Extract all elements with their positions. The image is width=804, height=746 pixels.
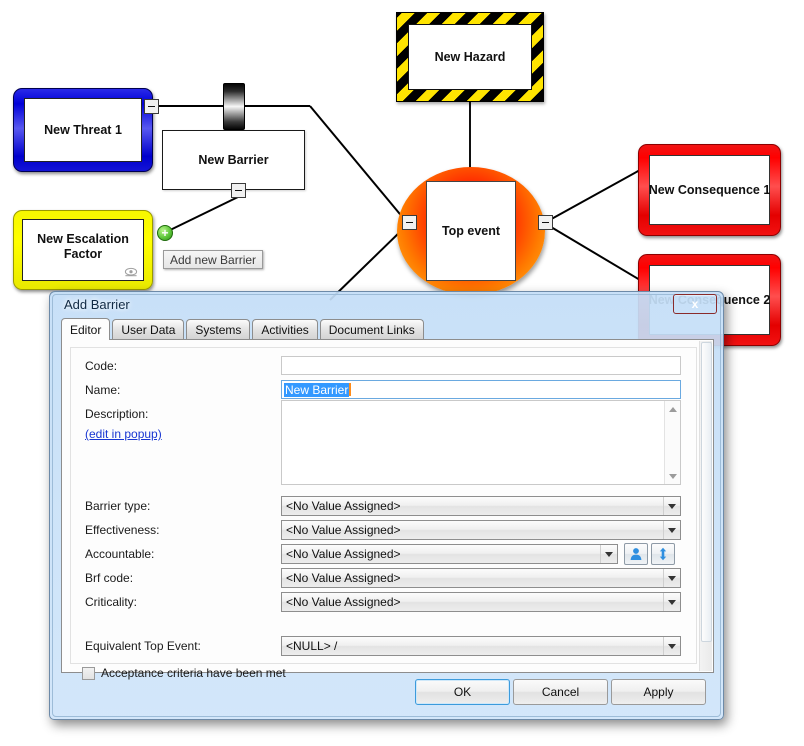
- add-barrier-plus-icon[interactable]: +: [157, 225, 173, 241]
- field-row-accountable: Accountable: <No Value Assigned>: [71, 543, 696, 568]
- panel-scrollbar[interactable]: [699, 341, 712, 671]
- swap-order-button[interactable]: [651, 543, 675, 565]
- brf-code-select[interactable]: <No Value Assigned>: [281, 568, 681, 588]
- dialog-tabstrip: Editor User Data Systems Activities Docu…: [61, 318, 714, 340]
- criticality-select[interactable]: <No Value Assigned>: [281, 592, 681, 612]
- brf-code-label: Brf code:: [85, 571, 134, 585]
- select-person-button[interactable]: [624, 543, 648, 565]
- editor-tab-panel: Code: Name: New Barrier Description: (ed…: [61, 339, 714, 680]
- accountable-select[interactable]: <No Value Assigned>: [281, 544, 618, 564]
- top-event-left-handle[interactable]: [402, 215, 417, 230]
- up-down-arrow-icon: [659, 547, 667, 561]
- plus-glyph: +: [161, 225, 169, 240]
- diagram-node-hazard[interactable]: [396, 12, 544, 102]
- code-input[interactable]: [281, 356, 681, 375]
- dialog-titlebar[interactable]: Add Barrier x: [50, 292, 723, 319]
- field-row-effectiveness: Effectiveness: <No Value Assigned>: [71, 520, 696, 544]
- scroll-down-icon[interactable]: [665, 468, 681, 484]
- consequence-1-inner: [649, 155, 770, 225]
- name-input[interactable]: New Barrier: [281, 380, 681, 399]
- tab-user-data[interactable]: User Data: [112, 319, 185, 340]
- edit-in-popup-link[interactable]: (edit in popup): [85, 427, 162, 441]
- hazard-inner: [408, 24, 532, 90]
- barrier-form: Code: Name: New Barrier Description: (ed…: [70, 347, 697, 680]
- equivalent-top-event-label: Equivalent Top Event:: [85, 639, 201, 653]
- effectiveness-label: Effectiveness:: [85, 523, 160, 537]
- apply-button[interactable]: Apply: [611, 679, 706, 705]
- barrier-type-label: Barrier type:: [85, 499, 151, 513]
- text-caret: [349, 383, 352, 396]
- name-label: Name:: [85, 383, 121, 397]
- diagram-node-threat[interactable]: [13, 88, 153, 172]
- field-row-equivalent-top-event: Equivalent Top Event: <NULL> /: [71, 636, 696, 660]
- description-textarea[interactable]: [281, 400, 681, 485]
- field-row-brf-code: Brf code: <No Value Assigned>: [71, 568, 696, 592]
- chevron-down-icon[interactable]: [663, 593, 680, 611]
- chevron-down-icon[interactable]: [663, 497, 680, 515]
- name-value: New Barrier: [284, 383, 350, 397]
- barrier-type-value: <No Value Assigned>: [286, 499, 401, 513]
- effectiveness-value: <No Value Assigned>: [286, 523, 401, 537]
- cancel-button[interactable]: Cancel: [513, 679, 608, 705]
- effectiveness-select[interactable]: <No Value Assigned>: [281, 520, 681, 540]
- name-value-wrap: New Barrier: [284, 382, 352, 398]
- panel-scrollbar-thumb[interactable]: [701, 342, 712, 642]
- add-new-barrier-tooltip: Add new Barrier: [163, 250, 264, 269]
- barrier-collapse-handle[interactable]: [231, 183, 246, 198]
- accountable-value: <No Value Assigned>: [286, 547, 401, 561]
- brf-code-value: <No Value Assigned>: [286, 571, 401, 585]
- escalation-factor-inner: [22, 219, 144, 281]
- tab-systems[interactable]: Systems: [186, 319, 251, 340]
- add-barrier-dialog: Add Barrier x Editor User Data Systems A…: [49, 291, 724, 720]
- top-event-right-handle[interactable]: [538, 215, 553, 230]
- equivalent-top-event-value: <NULL> /: [286, 639, 338, 653]
- tab-document-links[interactable]: Document Links: [319, 319, 424, 340]
- chevron-down-icon[interactable]: [663, 637, 680, 655]
- diagram-node-consequence-1[interactable]: [638, 144, 781, 236]
- close-icon[interactable]: x: [673, 294, 717, 314]
- barrier-gate-bar: [223, 83, 245, 130]
- threat-collapse-handle[interactable]: [144, 99, 159, 114]
- chevron-down-icon[interactable]: [663, 521, 680, 539]
- code-label: Code:: [85, 359, 118, 373]
- criticality-value: <No Value Assigned>: [286, 595, 401, 609]
- top-event-inner: [426, 181, 516, 281]
- ok-button[interactable]: OK: [415, 679, 510, 705]
- chevron-down-icon[interactable]: [600, 545, 617, 563]
- tab-activities[interactable]: Activities: [252, 319, 318, 340]
- dialog-button-bar: OK Cancel Apply: [61, 675, 714, 711]
- description-label: Description:: [85, 407, 149, 421]
- barrier-type-select[interactable]: <No Value Assigned>: [281, 496, 681, 516]
- field-row-barrier-type: Barrier type: <No Value Assigned>: [71, 496, 696, 520]
- scroll-up-icon[interactable]: [665, 401, 681, 417]
- field-row-code: Code:: [71, 356, 696, 380]
- diagram-node-top-event[interactable]: [397, 167, 545, 295]
- criticality-label: Criticality:: [85, 595, 138, 609]
- equivalent-top-event-select[interactable]: <NULL> /: [281, 636, 681, 656]
- tab-editor[interactable]: Editor: [61, 318, 111, 340]
- description-scrollbar[interactable]: [664, 401, 680, 484]
- chevron-down-icon[interactable]: [663, 569, 680, 587]
- eye-icon: [124, 267, 138, 277]
- field-row-criticality: Criticality: <No Value Assigned>: [71, 592, 696, 616]
- accountable-label: Accountable:: [85, 547, 155, 561]
- dialog-title: Add Barrier: [64, 297, 130, 312]
- person-icon: [630, 548, 642, 560]
- diagram-node-escalation-factor[interactable]: [13, 210, 153, 290]
- diagram-node-barrier[interactable]: [162, 130, 305, 190]
- threat-inner: [24, 98, 142, 162]
